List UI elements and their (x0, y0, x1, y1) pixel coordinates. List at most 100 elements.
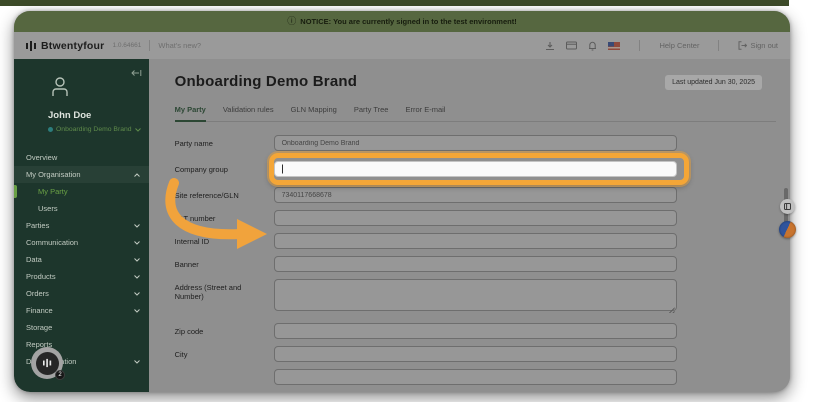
field-label: Internal ID (175, 237, 274, 246)
chevron-up-icon (134, 173, 140, 177)
company-group-input[interactable] (274, 161, 677, 177)
user-section: John Doe Onboarding Demo Brand (14, 63, 149, 141)
download-icon[interactable] (545, 41, 555, 51)
brand-name: Btwentyfour (41, 40, 104, 52)
field-label: Banner (175, 260, 274, 269)
sidebar-item-my-party[interactable]: My Party (14, 183, 149, 200)
divider (718, 40, 719, 51)
internal-id-input[interactable] (274, 233, 677, 249)
text-cursor (282, 165, 283, 174)
field-label: Address (Street and Number) (175, 283, 274, 301)
page-title: Onboarding Demo Brand (175, 73, 358, 90)
notifications-bell-icon[interactable] (588, 41, 597, 51)
divider (149, 40, 150, 51)
sign-out-icon (738, 41, 747, 50)
city-input[interactable] (274, 346, 677, 362)
window-body: John Doe Onboarding Demo Brand Overview … (14, 59, 790, 392)
form-row-internal-id: Internal ID (175, 233, 677, 249)
chevron-down-icon (135, 128, 141, 132)
tab-gln-mapping[interactable]: GLN Mapping (291, 105, 337, 121)
form-row-cutoff (175, 369, 677, 385)
divider (639, 40, 640, 51)
main-content: Onboarding Demo Brand Last updated Jun 3… (149, 59, 790, 392)
sidebar-item-parties[interactable]: Parties (14, 217, 149, 234)
vat-number-input[interactable] (274, 210, 677, 226)
address-textarea[interactable] (274, 279, 677, 311)
top-navigation-bar: Btwentyfour 1.0.64661 What's new? (14, 32, 790, 59)
cutoff-input[interactable] (274, 369, 677, 385)
reader-panel-icon[interactable] (780, 199, 795, 214)
form-row-zip-code: Zip code (175, 323, 677, 339)
form-row-company-group: Company group (175, 161, 677, 177)
sidebar-item-communication[interactable]: Communication (14, 234, 149, 251)
sidebar-item-data[interactable]: Data (14, 251, 149, 268)
last-updated-badge: Last updated Jun 30, 2025 (665, 75, 762, 90)
notification-badge: 2 (55, 370, 65, 380)
chevron-down-icon (134, 292, 140, 296)
active-indicator (14, 185, 17, 198)
field-label: Site reference/GLN (175, 191, 274, 200)
party-name-input[interactable] (274, 135, 677, 151)
page-header: Onboarding Demo Brand Last updated Jun 3… (175, 73, 790, 90)
tab-error-email[interactable]: Error E-mail (405, 105, 445, 121)
sidebar-item-users[interactable]: Users (14, 200, 149, 217)
screenshot-stage: ⓘ NOTICE: You are currently signed in to… (0, 0, 814, 402)
zip-code-input[interactable] (274, 323, 677, 339)
chevron-down-icon (134, 241, 140, 245)
header-actions: Help Center Sign out (545, 40, 778, 51)
app-window: ⓘ NOTICE: You are currently signed in to… (14, 11, 790, 392)
sidebar-item-storage[interactable]: Storage (14, 319, 149, 336)
field-label: Zip code (175, 327, 274, 336)
sidebar-item-finance[interactable]: Finance (14, 302, 149, 319)
help-center-link[interactable]: Help Center (659, 41, 699, 50)
sidebar-item-orders[interactable]: Orders (14, 285, 149, 302)
chevron-down-icon (134, 309, 140, 313)
sign-out-button[interactable]: Sign out (738, 41, 778, 50)
org-label: Onboarding Demo Brand (56, 126, 132, 133)
translate-globe-icon[interactable] (779, 221, 796, 238)
sidebar-item-my-organisation[interactable]: My Organisation (14, 166, 149, 183)
btwentyfour-logo-icon (26, 40, 37, 52)
language-flag-icon[interactable] (608, 42, 620, 50)
assistant-widget-button[interactable]: 2 (31, 347, 63, 379)
tab-my-party[interactable]: My Party (175, 105, 206, 122)
whats-new-link[interactable]: What's new? (158, 41, 201, 50)
notice-text: NOTICE: You are currently signed in to t… (300, 17, 516, 26)
top-cutoff-strip (0, 0, 789, 6)
chevron-down-icon (134, 224, 140, 228)
chevron-down-icon (134, 360, 140, 364)
field-label: Party name (175, 139, 274, 148)
form-row-vat-number: VAT number (175, 210, 677, 226)
user-name: John Doe (48, 110, 141, 121)
field-label: City (175, 350, 274, 359)
form-row-party-name: Party name (175, 135, 677, 151)
form-row-city: City (175, 346, 677, 362)
chevron-down-icon (134, 275, 140, 279)
tab-bar: My Party Validation rules GLN Mapping Pa… (175, 105, 776, 122)
tab-validation-rules[interactable]: Validation rules (223, 105, 274, 121)
avatar-icon (48, 75, 72, 99)
party-form: Party name Company group Site reference/… (175, 135, 677, 385)
sidebar-item-reports[interactable]: Reports (14, 336, 149, 353)
form-row-banner: Banner (175, 256, 677, 272)
sidebar-nav: Overview My Organisation My Party Users … (14, 149, 149, 370)
environment-notice-bar: ⓘ NOTICE: You are currently signed in to… (14, 11, 790, 32)
banner-input[interactable] (274, 256, 677, 272)
sidebar-item-overview[interactable]: Overview (14, 149, 149, 166)
brand-logo[interactable]: Btwentyfour (26, 40, 104, 52)
chevron-down-icon (134, 258, 140, 262)
sidebar-collapse-icon[interactable] (131, 64, 142, 82)
org-selector[interactable]: Onboarding Demo Brand (48, 126, 141, 133)
field-label: Company group (175, 165, 274, 174)
org-status-dot (48, 127, 53, 132)
form-row-site-reference: Site reference/GLN (175, 187, 677, 203)
site-reference-gln-input[interactable] (274, 187, 677, 203)
app-version: 1.0.64661 (112, 42, 141, 49)
info-icon: ⓘ (287, 17, 296, 26)
form-row-address: Address (Street and Number) (175, 279, 677, 316)
field-label: VAT number (175, 214, 274, 223)
sidebar-item-products[interactable]: Products (14, 268, 149, 285)
tab-party-tree[interactable]: Party Tree (354, 105, 389, 121)
card-icon[interactable] (566, 41, 577, 50)
sidebar: John Doe Onboarding Demo Brand Overview … (14, 59, 149, 392)
